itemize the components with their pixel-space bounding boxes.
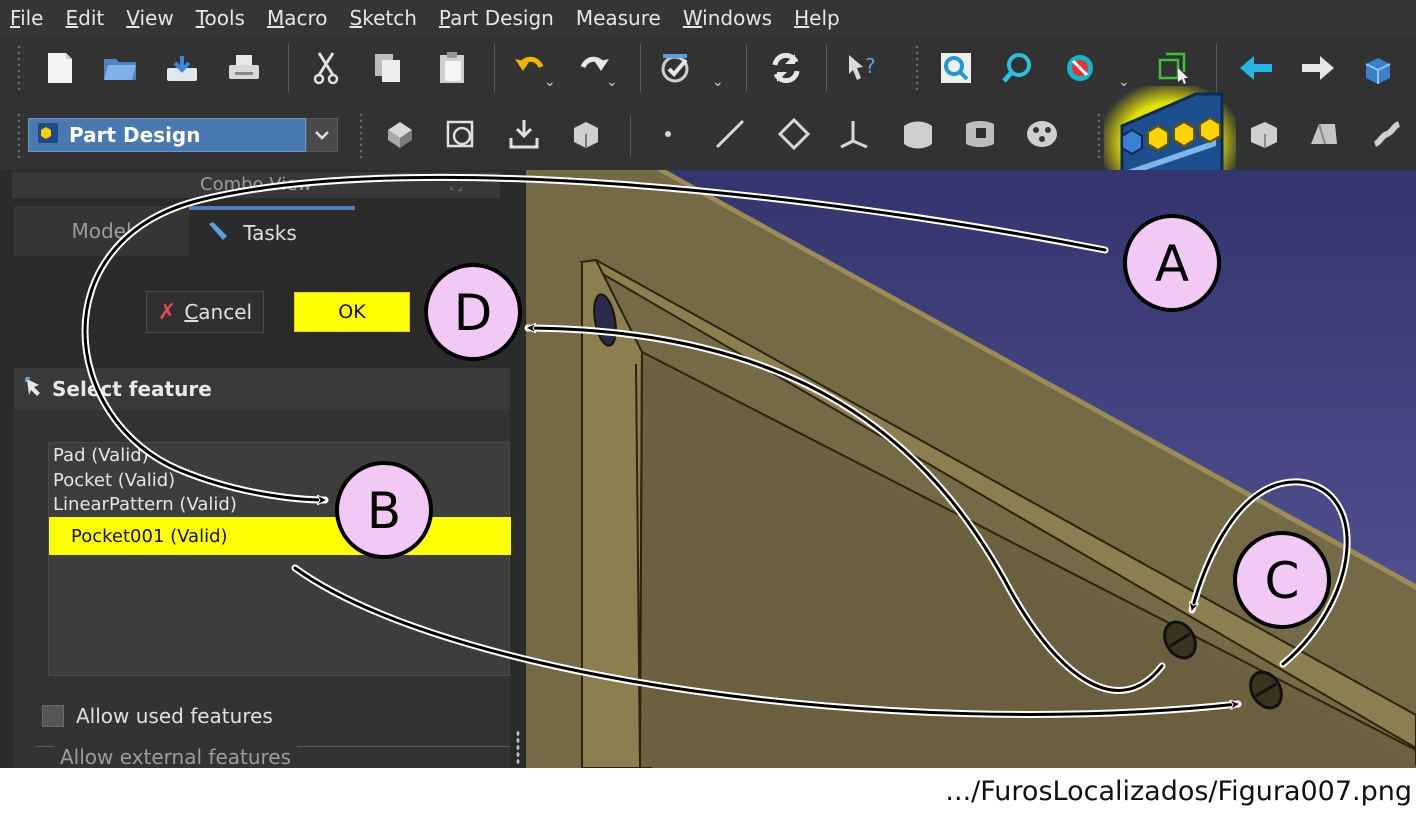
- forward-arrow-icon[interactable]: [1298, 48, 1338, 88]
- save-icon[interactable]: [162, 48, 202, 88]
- paste-icon[interactable]: [432, 48, 472, 88]
- body-icon[interactable]: [380, 114, 420, 154]
- toolbar-separator: [494, 44, 495, 92]
- callout-d: D: [424, 263, 522, 361]
- whats-this-icon[interactable]: ?: [842, 48, 882, 88]
- copy-icon[interactable]: [368, 48, 408, 88]
- toolbar-separator: [826, 44, 827, 92]
- 3d-viewport[interactable]: [526, 170, 1416, 768]
- tasks-icon: [207, 220, 229, 247]
- cut-icon[interactable]: [306, 48, 346, 88]
- hole-icon[interactable]: [1022, 114, 1062, 154]
- figure-caption: .../FurosLocalizados/Figura007.png: [945, 776, 1412, 807]
- svg-text:?: ?: [865, 54, 876, 78]
- new-document-icon[interactable]: [40, 48, 80, 88]
- svg-text:D: D: [454, 284, 493, 342]
- toolbar-separator: [1216, 44, 1217, 92]
- menu-edit[interactable]: Edit: [65, 6, 104, 30]
- additive-primitive-icon[interactable]: [1244, 114, 1284, 154]
- toolbar-separator: [746, 44, 747, 92]
- tab-model-label: Model: [71, 219, 132, 243]
- partdesign-workbench-icon: [37, 122, 59, 148]
- redo-dropdown-icon[interactable]: ⌄: [606, 74, 618, 90]
- additive-loft-icon[interactable]: [1304, 114, 1344, 154]
- toolbar-grip[interactable]: [914, 44, 920, 90]
- allow-used-features-label: Allow used features: [76, 704, 273, 728]
- datum-plane-icon[interactable]: [774, 114, 814, 154]
- list-item[interactable]: LinearPattern (Valid): [53, 494, 237, 515]
- cancel-mnemonic: C: [184, 300, 199, 324]
- menu-part-design[interactable]: Part Design: [439, 6, 554, 30]
- datum-line-icon[interactable]: [710, 114, 750, 154]
- allow-external-features-group[interactable]: Allow external features: [36, 745, 510, 768]
- 3d-model[interactable]: [526, 170, 1416, 768]
- toolbar-separator: [630, 116, 631, 156]
- menu-windows[interactable]: Windows: [683, 6, 772, 30]
- float-panel-icon[interactable]: ⛶: [451, 172, 462, 198]
- toolbar-grip[interactable]: [358, 112, 364, 158]
- create-sketch-icon[interactable]: [440, 114, 480, 154]
- macro-dropdown-icon[interactable]: ⌄: [712, 74, 724, 90]
- ok-label: OK: [338, 301, 366, 323]
- toolbar-grip[interactable]: [1096, 112, 1102, 158]
- workbench-selector[interactable]: Part Design: [28, 118, 306, 152]
- chevron-down-icon[interactable]: [306, 118, 338, 152]
- toolbar-grip[interactable]: [16, 112, 22, 158]
- pad-icon[interactable]: [898, 114, 938, 154]
- select-feature-header[interactable]: Select feature: [14, 368, 510, 410]
- cancel-label: ancel: [198, 300, 253, 324]
- panel-splitter[interactable]: [516, 730, 520, 764]
- std-views-icon[interactable]: [1358, 48, 1398, 88]
- workbench-selector-label: Part Design: [69, 123, 201, 147]
- list-item-selected[interactable]: Pocket001 (Valid): [49, 517, 511, 555]
- checkbox[interactable]: [42, 705, 64, 727]
- open-folder-icon[interactable]: [100, 48, 140, 88]
- menu-tools[interactable]: Tools: [196, 6, 245, 30]
- fit-all-icon[interactable]: [936, 48, 976, 88]
- toolbar-separator: [288, 44, 289, 92]
- feature-list[interactable]: Pad (Valid) Pocket (Valid) LinearPattern…: [48, 442, 511, 676]
- combo-tabs: Model Tasks: [14, 206, 510, 256]
- undo-dropdown-icon[interactable]: ⌄: [544, 74, 556, 90]
- ok-button[interactable]: OK: [294, 292, 410, 332]
- select-feature-title: Select feature: [52, 377, 212, 401]
- fit-selection-icon[interactable]: [998, 48, 1038, 88]
- list-item[interactable]: Pad (Valid): [53, 445, 149, 466]
- datum-point-icon[interactable]: [648, 114, 688, 154]
- close-icon: ✗: [157, 299, 177, 325]
- validate-sketch-icon[interactable]: [504, 114, 544, 154]
- menu-sketch[interactable]: Sketch: [350, 6, 417, 30]
- refresh-icon[interactable]: [766, 48, 806, 88]
- additive-helix-icon[interactable]: [1366, 114, 1406, 154]
- macro-record-icon[interactable]: [656, 48, 696, 88]
- cancel-button[interactable]: ✗ Cancel: [146, 291, 264, 333]
- tab-tasks[interactable]: Tasks: [189, 206, 355, 256]
- pocket-icon[interactable]: [960, 114, 1000, 154]
- menu-help[interactable]: Help: [794, 6, 840, 30]
- list-item[interactable]: Pocket (Valid): [53, 470, 175, 491]
- tab-tasks-label: Tasks: [243, 221, 297, 245]
- menu-view[interactable]: View: [126, 6, 173, 30]
- draw-style-icon[interactable]: [1060, 48, 1100, 88]
- combo-view-title-text: Combo View: [200, 174, 312, 195]
- menu-measure[interactable]: Measure: [576, 6, 661, 30]
- menu-bar: File Edit View Tools Macro Sketch Part D…: [0, 0, 1416, 36]
- print-icon[interactable]: [224, 48, 264, 88]
- back-arrow-icon[interactable]: [1236, 48, 1276, 88]
- toolbar-separator: [640, 44, 641, 92]
- bounding-box-icon[interactable]: [1154, 48, 1194, 88]
- allow-used-features-checkbox[interactable]: Allow used features: [42, 704, 273, 728]
- allow-external-features-label: Allow external features: [54, 745, 298, 768]
- select-arrow-icon: [24, 376, 46, 403]
- local-coordinate-system-icon[interactable]: [834, 114, 874, 154]
- toolbar-grip[interactable]: [16, 44, 22, 90]
- menu-file[interactable]: File: [10, 6, 43, 30]
- menu-macro[interactable]: Macro: [267, 6, 328, 30]
- tab-model[interactable]: Model: [14, 206, 189, 256]
- shape-binder-icon[interactable]: [566, 114, 606, 154]
- freecad-window: File Edit View Tools Macro Sketch Part D…: [0, 0, 1416, 768]
- combo-view-title: Combo View ⛶: [12, 172, 500, 198]
